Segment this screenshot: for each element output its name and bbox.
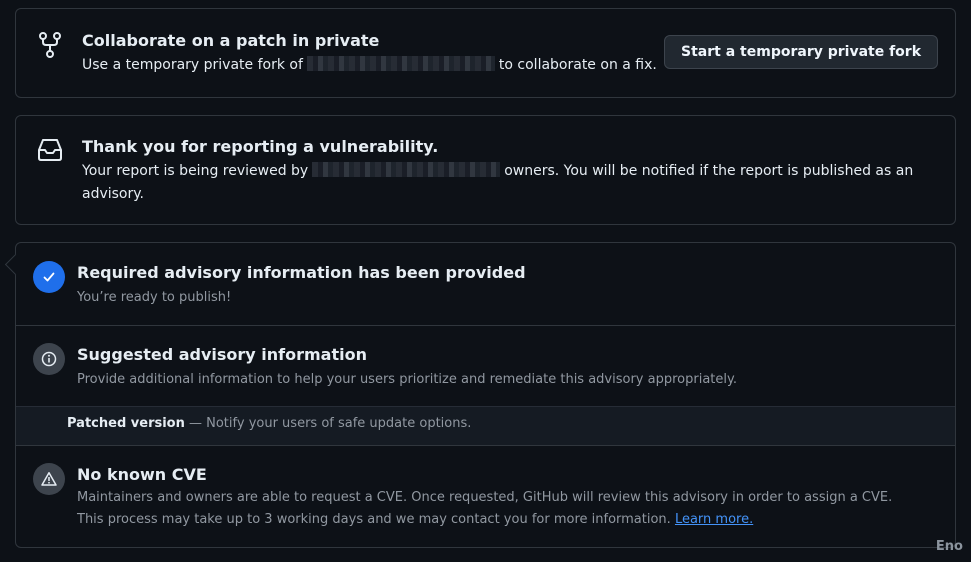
cve-desc-line2: This process may take up to 3 working da…	[77, 512, 671, 527]
patched-version-desc: — Notify your users of safe update optio…	[189, 416, 472, 431]
advisory-status-panel: Required advisory information has been p…	[4, 242, 956, 548]
thanks-title: Thank you for reporting a vulnerability.	[82, 137, 439, 156]
cve-section: No known CVE Maintainers and owners are …	[16, 445, 955, 548]
learn-more-link[interactable]: Learn more.	[675, 512, 753, 527]
thanks-description: Your report is being reviewed by owners. …	[82, 160, 962, 206]
start-private-fork-button[interactable]: Start a temporary private fork	[664, 35, 938, 69]
redacted-owner-name	[312, 162, 501, 177]
cve-title: No known CVE	[77, 465, 207, 484]
fork-desc-before: Use a temporary private fork of	[82, 57, 303, 73]
fork-desc-after: to collaborate on a fix.	[498, 57, 657, 73]
cve-description: Maintainers and owners are able to reque…	[77, 487, 892, 531]
redacted-repo-name	[306, 56, 495, 71]
required-title: Required advisory information has been p…	[77, 263, 526, 282]
info-icon	[33, 343, 65, 375]
suggested-title: Suggested advisory information	[77, 345, 367, 364]
private-fork-panel: Collaborate on a patch in private Use a …	[15, 8, 956, 98]
thanks-desc-line2: advisory.	[82, 186, 144, 202]
thanks-desc-after: owners. You will be notified if the repo…	[504, 163, 914, 179]
suggested-info-section: Suggested advisory information Provide a…	[16, 326, 955, 406]
watermark: Eno	[935, 539, 963, 554]
patched-version-row[interactable]: Patched version — Notify your users of s…	[16, 406, 955, 446]
cve-desc-line1: Maintainers and owners are able to reque…	[77, 490, 893, 505]
patched-version-label: Patched version	[67, 416, 185, 431]
thanks-desc-before: Your report is being reviewed by	[82, 163, 309, 179]
advisory-page: Collaborate on a patch in private Use a …	[0, 0, 971, 562]
inbox-icon	[38, 139, 62, 161]
git-fork-icon	[39, 32, 61, 58]
alert-icon	[33, 463, 65, 495]
check-circle-icon	[33, 261, 65, 293]
suggested-description: Provide additional information to help y…	[77, 372, 737, 387]
fork-description: Use a temporary private fork of to collab…	[82, 54, 657, 77]
required-description: You’re ready to publish!	[77, 290, 232, 305]
patched-version-text: Patched version — Notify your users of s…	[67, 416, 471, 431]
required-info-section: Required advisory information has been p…	[16, 243, 955, 326]
fork-title: Collaborate on a patch in private	[82, 31, 380, 50]
report-thanks-panel: Thank you for reporting a vulnerability.…	[15, 115, 956, 225]
